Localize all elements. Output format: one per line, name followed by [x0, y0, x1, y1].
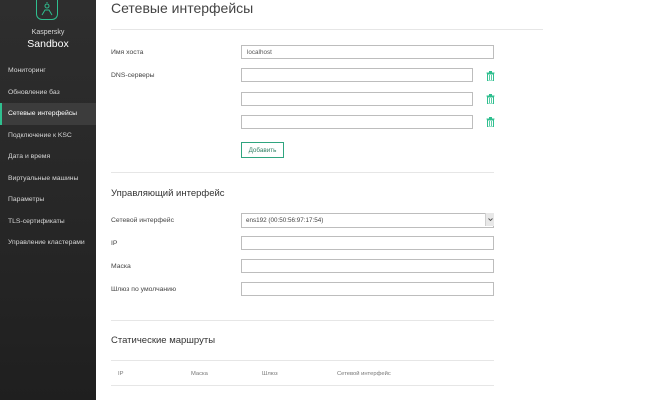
- main-content: Сетевые интерфейсы Имя хоста DNS-серверы…: [96, 0, 670, 400]
- page-title: Сетевые интерфейсы: [111, 0, 254, 16]
- iface-label: Сетевой интерфейс: [111, 217, 174, 224]
- mgmt-section-title: Управляющий интерфейс: [111, 188, 225, 199]
- routes-section-title: Статические маршруты: [111, 335, 216, 346]
- sidebar-item-db-update[interactable]: Обновление баз: [0, 82, 96, 104]
- routes-table-header-border: [111, 385, 494, 386]
- sidebar-item-date-time[interactable]: Дата и время: [0, 146, 96, 168]
- iface-select[interactable]: ens192 (00:50:56:97:17:54): [241, 213, 494, 228]
- chevron-down-icon[interactable]: [485, 213, 494, 226]
- sidebar: Kaspersky Sandbox Мониторинг Обновление …: [0, 0, 96, 400]
- mask-label: Маска: [111, 263, 131, 270]
- hostname-input[interactable]: [241, 45, 494, 59]
- gateway-input[interactable]: [241, 282, 494, 296]
- mask-input[interactable]: [241, 259, 494, 273]
- ip-label: IP: [111, 240, 118, 247]
- sidebar-item-cluster-management[interactable]: Управление кластерами: [0, 232, 96, 254]
- dns-label: DNS-серверы: [111, 72, 155, 79]
- ip-input[interactable]: [241, 236, 494, 250]
- trash-icon[interactable]: [486, 117, 495, 127]
- dns-server-input-1[interactable]: [241, 68, 473, 82]
- iface-select-value[interactable]: ens192 (00:50:56:97:17:54): [241, 213, 494, 228]
- kaspersky-logo-icon: [36, 0, 58, 20]
- sidebar-nav: Мониторинг Обновление баз Сетевые интерф…: [0, 60, 96, 254]
- sidebar-item-settings[interactable]: Параметры: [0, 189, 96, 211]
- sidebar-item-monitoring[interactable]: Мониторинг: [0, 60, 96, 82]
- dns-server-input-2[interactable]: [241, 92, 473, 106]
- dns-server-input-3[interactable]: [241, 115, 473, 129]
- routes-col-mask[interactable]: Маска: [191, 371, 208, 377]
- brand-product: Sandbox: [27, 38, 69, 50]
- divider: [111, 172, 494, 173]
- sidebar-item-virtual-machines[interactable]: Виртуальные машины: [0, 168, 96, 190]
- trash-icon[interactable]: [486, 94, 495, 104]
- add-dns-button[interactable]: Добавить: [241, 142, 284, 158]
- trash-icon[interactable]: [486, 71, 495, 81]
- divider: [111, 320, 494, 321]
- gateway-label: Шлюз по умолчанию: [111, 286, 177, 293]
- divider: [111, 29, 543, 30]
- routes-col-interface[interactable]: Сетевой интерфейс: [337, 371, 391, 377]
- brand-company: Kaspersky: [31, 29, 65, 36]
- routes-col-ip[interactable]: IP: [118, 371, 123, 377]
- routes-table-top-border: [111, 360, 494, 361]
- hostname-label: Имя хоста: [111, 49, 144, 56]
- logo: Kaspersky Sandbox: [0, 0, 96, 60]
- sidebar-item-network-interfaces[interactable]: Сетевые интерфейсы: [0, 103, 96, 125]
- sidebar-item-tls-certificates[interactable]: TLS-сертификаты: [0, 211, 96, 233]
- routes-col-gateway[interactable]: Шлюз: [262, 371, 278, 377]
- sidebar-item-ksc-connection[interactable]: Подключение к KSC: [0, 125, 96, 147]
